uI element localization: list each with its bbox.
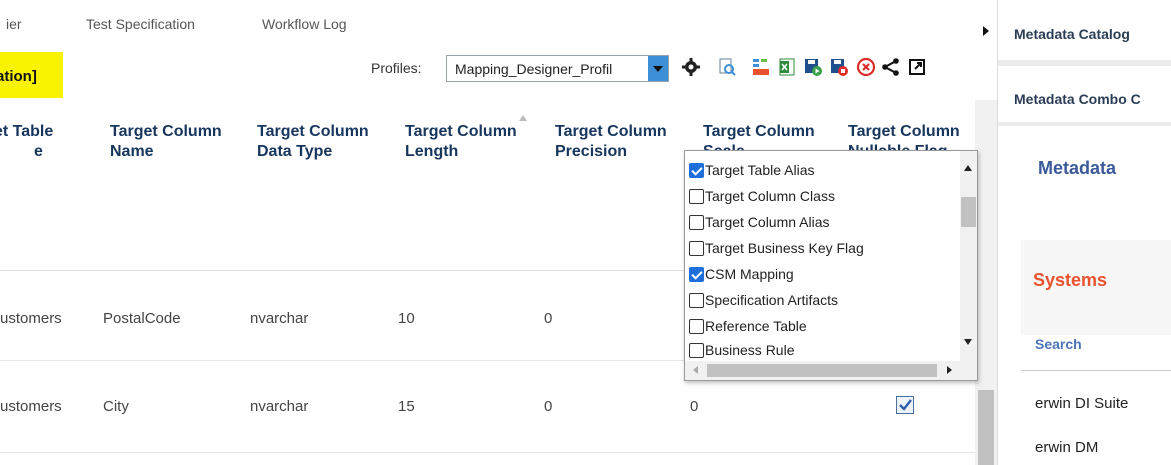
profiles-select[interactable]: Mapping_Designer_Profil	[446, 55, 669, 82]
column-option[interactable]: Target Business Key Flag	[689, 235, 864, 261]
profiles-selected-value: Mapping_Designer_Profil	[455, 61, 613, 77]
checkbox[interactable]	[689, 162, 704, 178]
table-vertical-scrollbar[interactable]	[975, 100, 997, 465]
metadata-heading[interactable]: Metadata	[1038, 158, 1116, 179]
column-header-line1: et Table	[0, 123, 54, 140]
column-option-label: Target Business Key Flag	[705, 240, 864, 256]
column-option[interactable]: Reference Table	[689, 313, 807, 339]
column-option-label: Reference Table	[705, 318, 807, 334]
share-icon[interactable]	[880, 56, 902, 78]
scroll-right-arrow-icon[interactable]	[947, 366, 952, 374]
checkmark-icon	[899, 399, 912, 411]
panel-divider	[998, 122, 1171, 126]
checkbox[interactable]	[689, 292, 704, 308]
column-header-line1: Target Column	[110, 123, 222, 140]
column-header-line1: Target Column	[257, 123, 369, 140]
dropdown-vertical-scrollbar[interactable]	[960, 151, 977, 361]
cell-length: 10	[398, 310, 415, 327]
column-option[interactable]: Target Column Alias	[689, 209, 830, 235]
column-header-line1: Target Column	[555, 123, 667, 140]
cell-precision: 0	[544, 398, 553, 415]
column-option-label: Target Column Alias	[705, 214, 830, 230]
column-option-label: Specification Artifacts	[705, 292, 839, 308]
close-circle-icon[interactable]	[855, 56, 877, 78]
main-panel: ier Test Specification Workflow Log atio…	[0, 0, 997, 465]
column-header-line2: Length	[405, 143, 459, 160]
cell-data-type: nvarchar	[250, 398, 309, 415]
checkbox[interactable]	[689, 318, 704, 334]
column-option[interactable]: Specification Artifacts	[689, 287, 838, 313]
tab-bar: ier Test Specification Workflow Log	[0, 0, 997, 40]
column-chooser-dropdown: Target Table Alias Target Column Class T…	[684, 150, 978, 381]
column-header-line2: Data Type	[257, 143, 333, 160]
scrollbar-thumb[interactable]	[961, 197, 976, 227]
cell-target-table: ustomers	[0, 398, 62, 415]
column-option[interactable]: CSM Mapping	[689, 261, 794, 287]
nullable-checkbox[interactable]	[896, 396, 914, 414]
scroll-left-arrow-icon[interactable]	[693, 366, 698, 374]
column-header-line1: Target Column	[848, 123, 960, 140]
cell-data-type: nvarchar	[250, 310, 309, 327]
column-header-target-column-precision[interactable]: Target Column Precision	[555, 122, 667, 162]
cell-target-table: ustomers	[0, 310, 62, 327]
dropdown-horizontal-scrollbar[interactable]	[685, 361, 977, 380]
save-stop-icon[interactable]	[828, 56, 850, 78]
row-divider	[0, 452, 975, 453]
checkbox[interactable]	[689, 214, 704, 230]
column-header-line1: Target Column	[405, 123, 517, 140]
panel-divider	[998, 60, 1171, 66]
scrollbar-thumb[interactable]	[978, 390, 994, 465]
cell-target-column-name: City	[103, 398, 129, 415]
column-header-line1: Target Column	[703, 123, 815, 140]
checkbox[interactable]	[689, 188, 704, 204]
preview-document-icon[interactable]	[716, 56, 738, 78]
tab-metadata-combo[interactable]: Metadata Combo C	[998, 91, 1171, 107]
column-header-target-column-data-type[interactable]: Target Column Data Type	[257, 122, 369, 162]
tab-metadata-catalog[interactable]: Metadata Catalog	[998, 26, 1171, 42]
checkbox[interactable]	[689, 240, 704, 256]
right-panel: Metadata Catalog Metadata Combo C Metada…	[997, 0, 1171, 465]
column-header-line2: Precision	[555, 143, 628, 160]
sort-indicator-icon	[519, 115, 527, 121]
excel-export-icon[interactable]	[776, 56, 798, 78]
column-option-label: Business Rule	[705, 342, 795, 358]
save-run-icon[interactable]	[802, 56, 824, 78]
tab-test-specification[interactable]: Test Specification	[86, 16, 195, 32]
column-option[interactable]: Business Rule	[689, 337, 795, 363]
checkbox[interactable]	[689, 342, 704, 358]
cell-precision: 0	[544, 310, 553, 327]
column-header-target-table[interactable]: et Table e	[0, 122, 95, 162]
column-option-label: Target Column Class	[705, 188, 835, 204]
chevron-down-icon[interactable]	[648, 56, 668, 81]
column-header-target-column-length[interactable]: Target Column Length	[405, 122, 517, 162]
scroll-down-arrow-icon[interactable]	[964, 339, 972, 345]
cell-target-column-name: PostalCode	[103, 310, 181, 327]
profiles-label: Profiles:	[371, 60, 422, 76]
column-option[interactable]: Target Table Alias	[689, 157, 814, 183]
search-divider	[1021, 370, 1171, 371]
etl-icon[interactable]	[750, 56, 772, 78]
mapping-title-badge: ation]	[0, 52, 63, 98]
scrollbar-thumb[interactable]	[707, 364, 937, 377]
system-item[interactable]: erwin DI Suite	[1035, 395, 1128, 412]
column-header-line2: e	[34, 143, 43, 160]
column-option[interactable]: Target Column Class	[689, 183, 835, 209]
system-item[interactable]: erwin DM	[1035, 439, 1098, 456]
scroll-up-arrow-icon[interactable]	[964, 165, 972, 171]
mapping-title: ation]	[0, 68, 37, 85]
column-header-target-column-name[interactable]: Target Column Name	[110, 122, 222, 162]
column-option-label: CSM Mapping	[705, 266, 794, 282]
popout-icon[interactable]	[906, 56, 928, 78]
search-label[interactable]: Search	[1035, 336, 1082, 352]
cell-scale: 0	[690, 398, 699, 415]
settings-gear-icon[interactable]	[680, 56, 702, 78]
tab-designer[interactable]: ier	[6, 16, 22, 32]
column-option-label: Target Table Alias	[705, 162, 815, 178]
checkbox[interactable]	[689, 266, 704, 282]
cell-length: 15	[398, 398, 415, 415]
tabs-scroll-right-icon[interactable]	[983, 26, 989, 36]
tab-workflow-log[interactable]: Workflow Log	[262, 16, 347, 32]
column-header-line2: Name	[110, 143, 154, 160]
systems-heading[interactable]: Systems	[1033, 270, 1107, 291]
